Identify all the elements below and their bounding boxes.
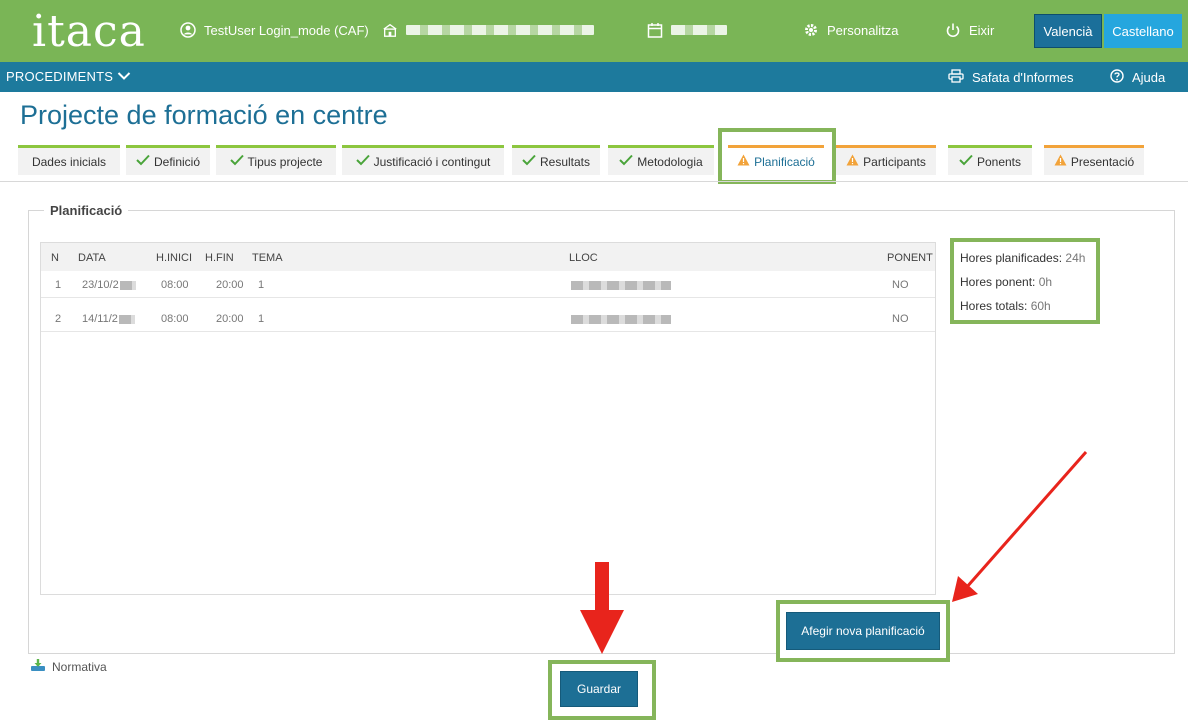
page-title: Projecte de formació en centre (20, 100, 388, 130)
col-hinici[interactable]: H.INICI (156, 252, 192, 264)
normativa-label: Normativa (52, 659, 107, 674)
tabs-divider (0, 181, 1188, 182)
course-year-redacted (671, 25, 727, 35)
add-planificacio-button[interactable]: Afegir nova planificació (786, 612, 940, 650)
tab-dades-inicials[interactable]: Dades inicials (18, 145, 120, 175)
personalize-label: Personalitza (827, 22, 899, 38)
language-valencia-button[interactable]: Valencià (1034, 14, 1102, 48)
chevron-down-icon (117, 69, 131, 84)
tab-label: Justificació i contingut (373, 154, 491, 169)
procediments-label: PROCEDIMENTS (6, 69, 114, 84)
gear-icon (803, 22, 819, 38)
tab-justificacio-contingut[interactable]: Justificació i contingut (342, 145, 504, 175)
printer-icon (948, 69, 964, 86)
calendar-icon (647, 22, 663, 38)
tab-tipus-projecte[interactable]: Tipus projecte (216, 145, 336, 175)
centre-selector[interactable] (382, 22, 594, 38)
table-header: N DATA H.INICI H.FIN TEMA LLOC PONENT (41, 243, 935, 271)
warning-icon (846, 154, 859, 169)
tab-label: Definició (153, 154, 201, 169)
power-icon (945, 22, 961, 38)
nav-bar: PROCEDIMENTS Safata d'Informes Ajuda (0, 62, 1188, 92)
ponent-hours: Hores ponent: 0h (960, 275, 1053, 289)
personalize-button[interactable]: Personalitza (803, 22, 899, 38)
reports-tray-label: Safata d'Informes (972, 70, 1074, 85)
school-icon (382, 22, 398, 38)
col-hfin[interactable]: H.FIN (205, 252, 234, 264)
tab-label: Tipus projecte (247, 154, 323, 169)
cell-data: 23/10/2 (82, 279, 136, 291)
reports-tray-link[interactable]: Safata d'Informes (948, 69, 1073, 86)
cell-hfin: 20:00 (216, 313, 244, 325)
col-data[interactable]: DATA (78, 252, 106, 264)
tab-label: Participants (863, 154, 926, 169)
tab-definicio[interactable]: Definició (126, 145, 210, 175)
tab-participants[interactable]: Participants (836, 145, 936, 175)
planificacio-legend: Planificació (44, 203, 129, 218)
tab-label: Dades inicials (31, 154, 107, 169)
check-icon (619, 154, 634, 169)
active-tab-highlight (718, 128, 836, 184)
cell-n: 2 (55, 313, 62, 325)
cell-tema: 1 (258, 279, 265, 291)
table-row[interactable]: 2 14/11/2 08:00 20:00 1 NO (41, 306, 935, 332)
language-castellano-button[interactable]: Castellano (1104, 14, 1182, 48)
tab-metodologia[interactable]: Metodologia (608, 145, 714, 175)
tab-label: Presentació (1070, 154, 1135, 169)
help-link[interactable]: Ajuda (1110, 69, 1165, 86)
col-ponent[interactable]: PONENT (887, 252, 933, 264)
procediments-menu[interactable]: PROCEDIMENTS (6, 69, 131, 84)
normativa-link[interactable]: Normativa (30, 658, 107, 675)
table-row[interactable]: 1 23/10/2 08:00 20:00 1 NO (41, 272, 935, 298)
total-hours: Hores totals: 60h (960, 299, 1051, 313)
top-bar: itaca TestUser Login_mode (CAF) Personal… (0, 0, 1188, 62)
centre-name-redacted (406, 25, 594, 35)
cell-hinici: 08:00 (161, 313, 189, 325)
cell-ponent: NO (892, 313, 909, 325)
check-icon (959, 154, 973, 169)
user-icon (180, 22, 196, 38)
tab-label: Resultats (539, 154, 591, 169)
save-button[interactable]: Guardar (560, 671, 638, 707)
check-icon (136, 154, 150, 169)
user-menu[interactable]: TestUser Login_mode (CAF) (180, 22, 369, 38)
hours-summary: Hores planificades: 24h Hores ponent: 0h… (950, 238, 1100, 324)
check-icon (355, 154, 370, 169)
check-icon (522, 154, 536, 169)
cell-hfin: 20:00 (216, 279, 244, 291)
help-icon (1110, 69, 1124, 86)
cell-data: 14/11/2 (82, 313, 135, 325)
tab-presentacio[interactable]: Presentació (1044, 145, 1144, 175)
cell-lloc-redacted (571, 279, 671, 291)
cell-ponent: NO (892, 279, 909, 291)
cell-tema: 1 (258, 313, 265, 325)
tab-ponents[interactable]: Ponents (948, 145, 1032, 175)
itaca-logo[interactable]: itaca (32, 4, 146, 60)
tab-label: Ponents (976, 154, 1022, 169)
tab-resultats[interactable]: Resultats (512, 145, 600, 175)
col-tema[interactable]: TEMA (252, 252, 283, 264)
course-year-selector[interactable] (647, 22, 727, 38)
tab-label: Metodologia (637, 154, 703, 169)
check-icon (229, 154, 244, 169)
cell-n: 1 (55, 279, 62, 291)
download-icon (30, 658, 46, 675)
planned-hours: Hores planificades: 24h (960, 251, 1086, 265)
planificacio-table: N DATA H.INICI H.FIN TEMA LLOC PONENT 1 … (40, 242, 936, 595)
exit-label: Eixir (969, 22, 995, 38)
warning-icon (1054, 154, 1067, 169)
cell-lloc-redacted (571, 313, 671, 325)
cell-hinici: 08:00 (161, 279, 189, 291)
help-label: Ajuda (1132, 70, 1166, 85)
col-n[interactable]: N (51, 252, 59, 264)
user-name: TestUser Login_mode (CAF) (204, 22, 369, 38)
col-lloc[interactable]: LLOC (569, 252, 598, 264)
exit-button[interactable]: Eixir (945, 22, 994, 38)
